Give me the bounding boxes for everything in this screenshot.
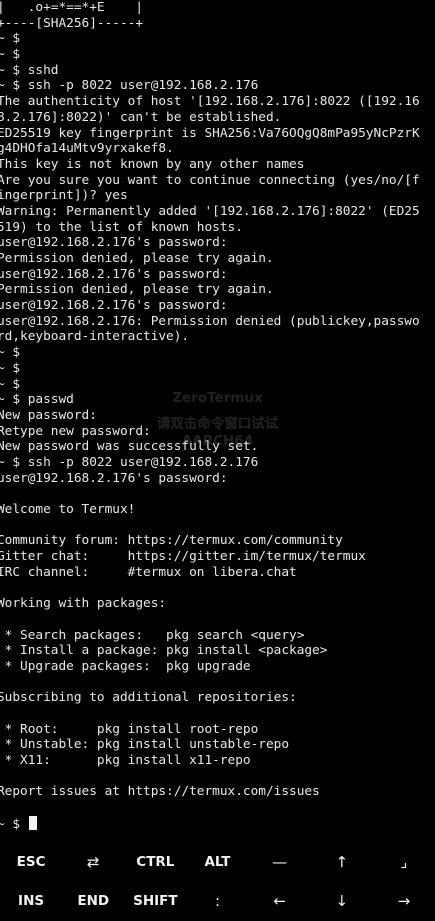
terminal-line: The authenticity of host '[192.168.2.176… xyxy=(0,94,420,110)
terminal-line: ~ $ xyxy=(0,345,21,361)
terminal-line: rd,keyboard-interactive). xyxy=(0,329,190,345)
esc-key[interactable]: ESC xyxy=(0,842,62,882)
terminal-line: Welcome to Termux! xyxy=(0,502,136,517)
extra-keys-row-1: ESC ⇄ CTRL ALT — ↑ ⌟ xyxy=(0,842,435,882)
arrow-down-key[interactable]: ↓ xyxy=(311,882,373,921)
current-prompt-line[interactable]: ~ $ xyxy=(0,815,435,832)
terminal-line: user@192.168.2.176's password: xyxy=(0,470,228,486)
terminal-line: Working with packages: xyxy=(0,596,167,612)
colon-key[interactable]: : xyxy=(186,882,248,921)
terminal-line: +----[SHA256]-----+ xyxy=(0,15,144,31)
arrow-right-key[interactable]: → xyxy=(373,882,435,921)
terminal-line: user@192.168.2.176's password: xyxy=(0,266,228,282)
pipe-key[interactable]: ⌟ xyxy=(373,842,435,882)
ins-key[interactable]: INS xyxy=(0,882,62,921)
terminal-line: ~ $ ssh -p 8022 user@192.168.2.176 xyxy=(0,78,259,94)
terminal-line: New password: xyxy=(0,407,97,423)
prompt: ~ $ xyxy=(0,816,28,832)
terminal-line: user@192.168.2.176's password: xyxy=(0,298,228,314)
terminal-line: Subscribing to additional repositories: xyxy=(0,690,297,706)
terminal-line: user@192.168.2.176's password: xyxy=(0,235,228,251)
terminal-line: * Install a package: pkg install <packag… xyxy=(0,643,328,659)
terminal-line: Are you sure you want to continue connec… xyxy=(0,172,420,188)
terminal-line: ~ $ passwd xyxy=(0,392,74,408)
terminal-line: * X11: pkg install x11-repo xyxy=(0,753,251,768)
terminal-line: Permission denied, please try again. xyxy=(0,251,274,266)
terminal-line: ~ $ xyxy=(0,47,21,63)
dash-key[interactable]: — xyxy=(249,842,311,882)
terminal-line: Permission denied, please try again. xyxy=(0,282,274,298)
terminal-line: ~ $ xyxy=(0,376,21,392)
tab-key[interactable]: ⇄ xyxy=(62,842,124,882)
alt-key[interactable]: ALT xyxy=(186,842,248,882)
arrow-up-key[interactable]: ↑ xyxy=(311,842,373,882)
terminal-line: Retype new password: xyxy=(0,423,151,439)
ctrl-key[interactable]: CTRL xyxy=(124,842,186,882)
terminal-output[interactable]: | .o+=*==*+E | +----[SHA256]-----+ ~ $ ~ $ ~… xyxy=(0,0,435,838)
arrow-left-key[interactable]: ← xyxy=(249,882,311,921)
terminal-line: user@192.168.2.176: Permission denied (p… xyxy=(0,313,420,329)
terminal-line: Warning: Permanently added '[192.168.2.1… xyxy=(0,203,420,219)
terminal-line: Community forum: https://termux.com/comm… xyxy=(0,533,343,549)
end-key[interactable]: END xyxy=(62,882,124,921)
shift-key[interactable]: SHIFT xyxy=(124,882,186,921)
terminal-line: This key is not known by any other names xyxy=(0,156,305,172)
terminal-line: * Search packages: pkg search <query> xyxy=(0,627,305,643)
terminal-line: * Root: pkg install root-repo xyxy=(0,721,259,737)
extra-keys-bar: ESC ⇄ CTRL ALT — ↑ ⌟ INS END SHIFT: ← ↓ → xyxy=(0,842,435,921)
terminal-line: 8.2.176]:8022)' can't be established. xyxy=(0,109,282,125)
terminal-line: IRC channel: #termux on libera.chat xyxy=(0,564,297,580)
terminal-line: New password was successfully set. xyxy=(0,439,259,455)
cursor xyxy=(28,815,37,830)
terminal-line: ~ $ sshd xyxy=(0,62,59,78)
terminal-line: | .o+=*==*+E | xyxy=(0,0,144,15)
terminal-line: Gitter chat: https://gitter.im/termux/te… xyxy=(0,549,366,565)
terminal-line: 519) to the list of known hosts. xyxy=(0,219,243,235)
terminal-line: g4DHOfa14uMtv9yrxakef8. xyxy=(0,141,174,157)
extra-keys-row-2: INS END SHIFT: ← ↓ → xyxy=(0,882,435,921)
terminal-line: Report issues at https://termux.com/issu… xyxy=(0,784,320,800)
terminal-lines: | .o+=*==*+E | +----[SHA256]-----+ ~ $ ~ $ ~… xyxy=(0,0,435,816)
terminal-line: * Upgrade packages: pkg upgrade xyxy=(0,658,251,674)
terminal-line: ~ $ xyxy=(0,360,21,376)
terminal-line: ~ $ ssh -p 8022 user@192.168.2.176 xyxy=(0,454,259,470)
terminal-line: ingerprint])? yes xyxy=(0,188,128,204)
terminal-line: * Unstable: pkg install unstable-repo xyxy=(0,737,290,753)
terminal-line: ~ $ xyxy=(0,31,21,47)
terminal-line: ED25519 key fingerprint is SHA256:Va76OQ… xyxy=(0,125,420,141)
